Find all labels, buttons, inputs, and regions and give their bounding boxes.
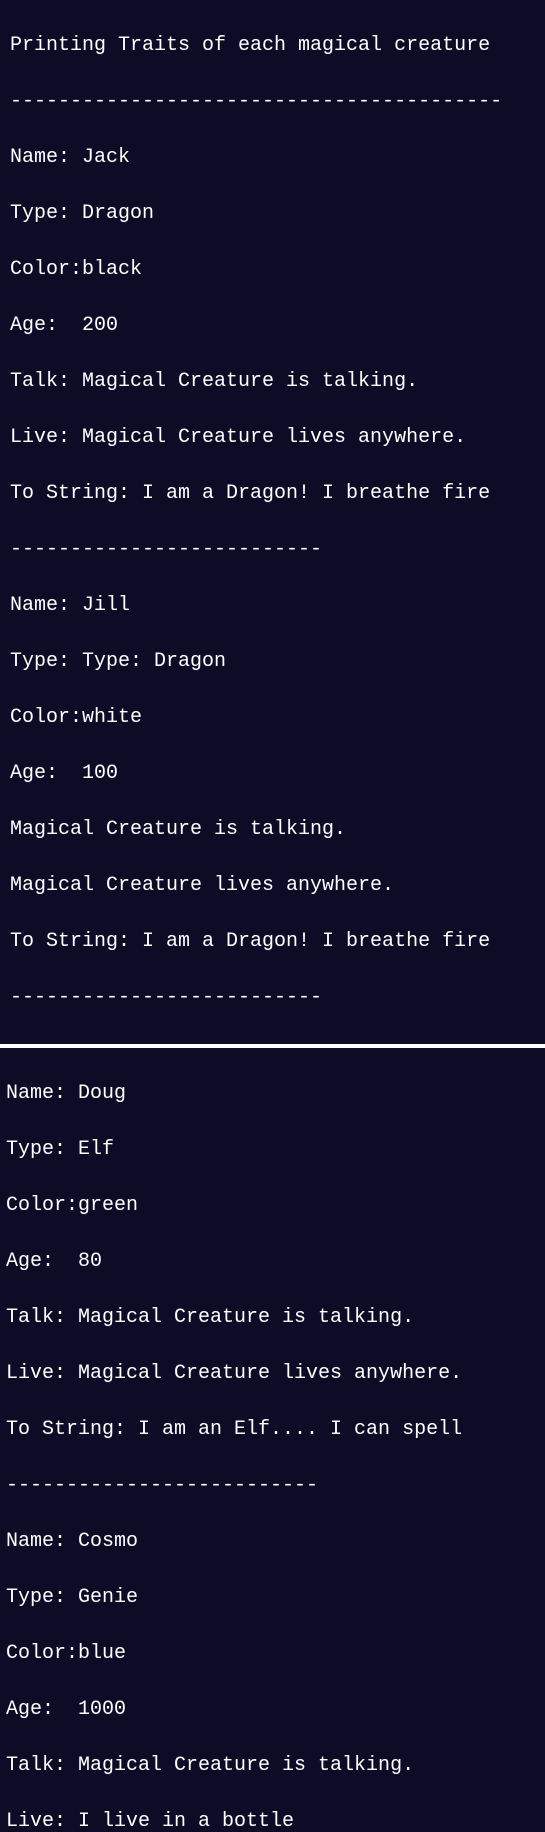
console-line: Live: I live in a bottle bbox=[6, 1808, 539, 1832]
console-line: Age: 200 bbox=[10, 312, 535, 340]
console-output-block-1: Printing Traits of each magical creature… bbox=[0, 0, 545, 1048]
console-header: Printing Traits of each magical creature bbox=[10, 32, 535, 60]
console-line: To String: I am a Dragon! I breathe fire bbox=[10, 480, 535, 508]
console-divider: -------------------------- bbox=[10, 984, 535, 1012]
console-line: Live: Magical Creature lives anywhere. bbox=[10, 424, 535, 452]
console-line: Color:white bbox=[10, 704, 535, 732]
console-line: Color:blue bbox=[6, 1640, 539, 1668]
console-line: Type: Elf bbox=[6, 1136, 539, 1164]
console-line: Age: 80 bbox=[6, 1248, 539, 1276]
console-line: To String: I am a Dragon! I breathe fire bbox=[10, 928, 535, 956]
console-line: Name: Cosmo bbox=[6, 1528, 539, 1556]
console-line: Color:green bbox=[6, 1192, 539, 1220]
console-line: Type: Genie bbox=[6, 1584, 539, 1612]
console-line: Name: Doug bbox=[6, 1080, 539, 1108]
console-line: To String: I am an Elf.... I can spell bbox=[6, 1416, 539, 1444]
console-line: Age: 100 bbox=[10, 760, 535, 788]
console-divider: -------------------------- bbox=[10, 536, 535, 564]
console-line: Age: 1000 bbox=[6, 1696, 539, 1724]
console-line: Talk: Magical Creature is talking. bbox=[10, 368, 535, 396]
console-line: Talk: Magical Creature is talking. bbox=[6, 1304, 539, 1332]
console-line: Name: Jack bbox=[10, 144, 535, 172]
console-divider: -------------------------- bbox=[6, 1472, 539, 1500]
console-line: Magical Creature lives anywhere. bbox=[10, 872, 535, 900]
console-line: Type: Dragon bbox=[10, 200, 535, 228]
console-line: Type: Type: Dragon bbox=[10, 648, 535, 676]
console-divider: ----------------------------------------… bbox=[10, 88, 535, 116]
console-line: Talk: Magical Creature is talking. bbox=[6, 1752, 539, 1780]
console-line: Name: Jill bbox=[10, 592, 535, 620]
console-line: Magical Creature is talking. bbox=[10, 816, 535, 844]
console-output-block-2: Name: Doug Type: Elf Color:green Age: 80… bbox=[0, 1048, 545, 1832]
console-line: Live: Magical Creature lives anywhere. bbox=[6, 1360, 539, 1388]
console-line: Color:black bbox=[10, 256, 535, 284]
